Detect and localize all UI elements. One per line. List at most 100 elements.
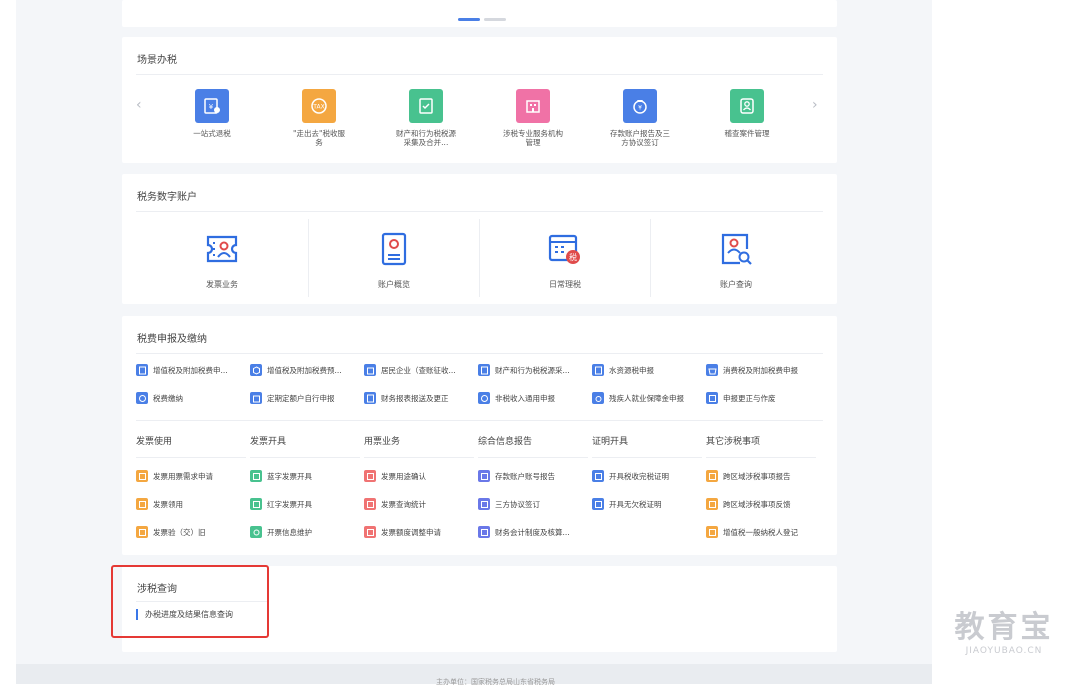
invoice-person-icon [206,235,238,263]
scene-item-property-tax[interactable]: 财产和行为税税源采集及合并... [386,89,466,147]
document-icon [478,364,490,376]
edit-icon [706,392,718,404]
link-vat-prepay[interactable]: 增值税及附加税费预... [250,363,362,377]
link-invoice-receive[interactable]: 发票领用 [136,497,248,511]
chevron-left-icon[interactable]: ‹ [136,97,142,113]
link-fixed-quota[interactable]: 定期定额户自行申报 [250,391,362,405]
document-icon [706,526,718,538]
link-non-tax-income[interactable]: 非税收入通用申报 [478,391,590,405]
scene-title: 场景办税 [137,55,177,66]
link-red-invoice[interactable]: 红字发票开具 [250,497,362,511]
document-icon [706,470,718,482]
check-icon [364,470,376,482]
link-accounting-system[interactable]: 财务会计制度及核算... [478,525,590,539]
divider [478,457,588,458]
ledger-icon [478,526,490,538]
scene-item-deposit[interactable]: ¥ 存款账户报告及三方协议签订 [600,89,680,147]
link-property-tax-source[interactable]: 财产和行为税税源采... [478,363,590,377]
watermark: 教育宝 JIAOYUBAO.CN [954,610,1054,657]
tax-declare-card: 税费申报及缴纳 增值税及附加税费申... 增值税及附加税费预... 居民企业（查… [122,316,837,555]
link-water-tax[interactable]: 水资源税申报 [592,363,704,377]
svg-text:¥: ¥ [209,103,214,111]
divider [706,457,816,458]
person-badge-icon [730,89,764,123]
declare-title: 税费申报及缴纳 [137,334,207,345]
wheelchair-icon [592,392,604,404]
scene-item-agency[interactable]: 涉税专业服务机构管理 [493,89,573,147]
report-icon [364,392,376,404]
link-disability-fund[interactable]: 残疾人就业保障金申报 [592,391,704,405]
calendar-tax-icon: 税 [548,234,580,264]
link-tax-payment[interactable]: 税费缴纳 [136,391,248,405]
category-info-report: 综合信息报告 [478,437,533,447]
divider [364,457,474,458]
chevron-right-icon[interactable]: › [812,97,818,113]
link-invoice-statistics[interactable]: 发票查询统计 [364,497,476,511]
scene-item-going-out[interactable]: TAX "走出去"税收服务 [279,89,359,147]
gear-icon [250,526,262,538]
category-invoice-use: 发票使用 [136,437,173,447]
digital-item-account-query[interactable]: 账户查询 [651,219,821,297]
link-invoice-verify[interactable]: 发票验（交）旧 [136,525,248,539]
svg-text:¥: ¥ [638,105,642,112]
carousel-dot[interactable] [484,18,506,21]
link-tax-certificate[interactable]: 开具税收完税证明 [592,469,704,483]
link-cross-region-feedback[interactable]: 跨区域涉税事项反馈 [706,497,818,511]
banner-card [122,0,837,27]
carousel-dot-active[interactable] [458,18,480,21]
footer-text: 主办单位：国家税务总局山东省税务局 [436,678,555,686]
invoice-icon [136,526,148,538]
link-declare-correction[interactable]: 申报更正与作废 [706,391,818,405]
link-resident-enterprise[interactable]: 居民企业（查账征收... [364,363,476,377]
scene-item-inspection[interactable]: 稽查案件管理 [707,89,787,138]
digital-item-invoice[interactable]: 发票业务 [137,219,307,297]
certificate-icon [592,498,604,510]
link-invoice-demand[interactable]: 发票用票需求申请 [136,469,248,483]
link-tripartite[interactable]: 三方协议签订 [478,497,590,511]
contract-icon [478,498,490,510]
digital-item-daily-tax[interactable]: 税 日常理税 [480,219,650,297]
building-icon [364,364,376,376]
link-consumption-tax[interactable]: 消费税及附加税费申报 [706,363,818,377]
digital-account-card: 税务数字账户 发票业务 账户概览 税 日常理税 账户查询 [122,174,837,304]
cube-icon [250,364,262,376]
digital-item-account-overview[interactable]: 账户概览 [309,219,479,297]
link-deposit-account[interactable]: 存款账户账号报告 [478,469,590,483]
link-cross-region-report[interactable]: 跨区域涉税事项报告 [706,469,818,483]
document-icon [706,498,718,510]
link-invoice-quota[interactable]: 发票额度调整申请 [364,525,476,539]
digital-title: 税务数字账户 [137,192,197,203]
invoice-icon [250,498,262,510]
divider [136,211,823,212]
footer: 主办单位：国家税务总局山东省税务局 [16,664,932,686]
link-vat-declare[interactable]: 增值税及附加税费申... [136,363,248,377]
divider [136,457,246,458]
link-vat-general-register[interactable]: 增值税一般纳税人登记 [706,525,818,539]
link-blue-invoice[interactable]: 蓝字发票开具 [250,469,362,483]
document-icon [136,364,148,376]
document-icon [592,364,604,376]
invoice-icon [136,498,148,510]
link-financial-report[interactable]: 财务报表报送及更正 [364,391,476,405]
bank-icon [478,470,490,482]
svg-text:税: 税 [569,252,577,262]
link-invoice-purpose[interactable]: 发票用途确认 [364,469,476,483]
divider [250,457,360,458]
scene-item-refund[interactable]: ¥ 一站式退税 [172,89,252,138]
scene-tax-card: 场景办税 ‹ › ¥ 一站式退税 TAX "走出去"税收服务 财产和行为税税源采… [122,37,837,163]
category-ticket-business: 用票业务 [364,437,401,447]
coin-icon [136,392,148,404]
basket-icon [706,364,718,376]
link-no-arrears[interactable]: 开具无欠税证明 [592,497,704,511]
document-check-icon [409,89,443,123]
category-other-matters: 其它涉税事项 [706,437,761,447]
person-search-icon [721,233,752,265]
money-bag-icon: ¥ [623,89,657,123]
chart-icon [364,498,376,510]
link-invoice-info[interactable]: 开票信息维护 [250,525,362,539]
category-certificate: 证明开具 [592,437,629,447]
tax-globe-icon: TAX [302,89,336,123]
invoice-icon [250,470,262,482]
divider [592,457,702,458]
divider [136,74,823,75]
